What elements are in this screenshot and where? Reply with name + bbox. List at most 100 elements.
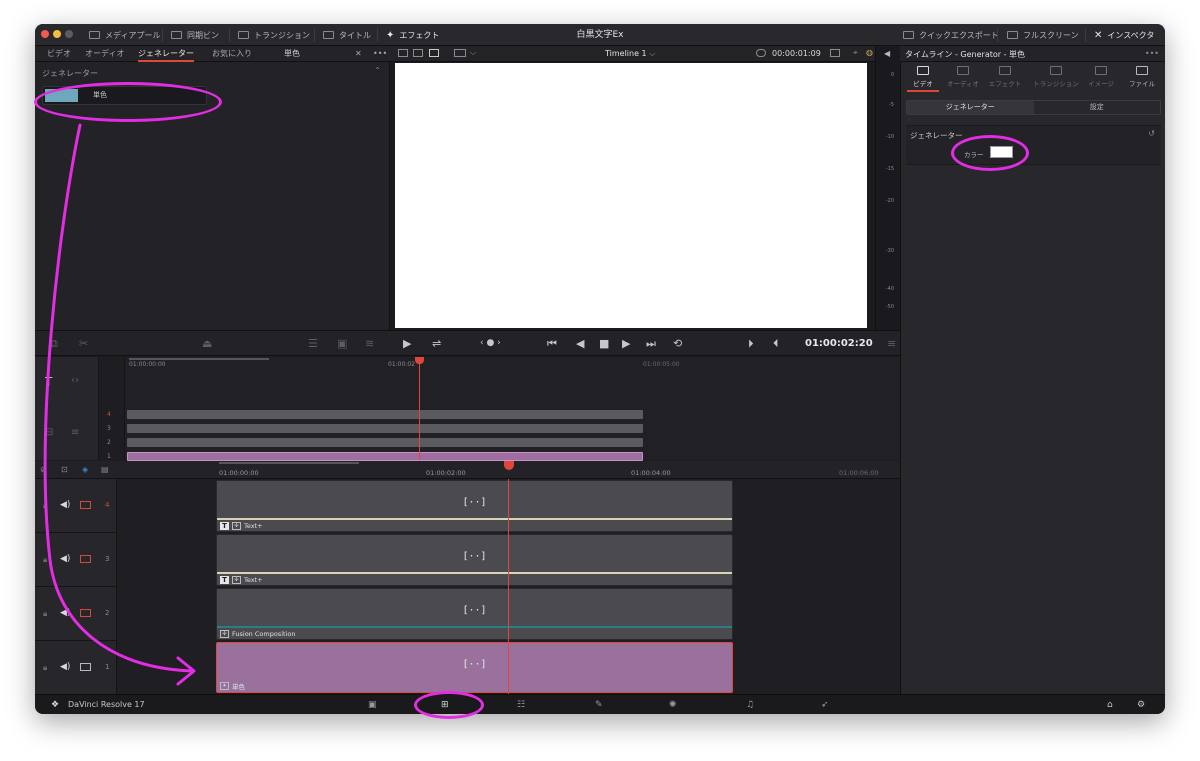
timeline-menu-icon[interactable]: ≡ <box>887 338 896 349</box>
home-icon[interactable]: ⌂ <box>1107 700 1113 710</box>
scissors-icon[interactable]: ✂ <box>79 338 88 349</box>
effects-search-field[interactable]: 単色 <box>284 46 300 62</box>
inspector-tab-audio[interactable]: オーディオ <box>941 66 985 88</box>
disable-video-icon[interactable] <box>80 501 91 509</box>
play-around-icon[interactable]: ▶ <box>403 338 411 349</box>
clip-solid-color-track1[interactable]: [··] ✦ 単色 <box>216 642 733 693</box>
reset-icon[interactable]: ↺ <box>1148 129 1155 138</box>
inspector-tab-transition[interactable]: トランジション <box>1031 66 1081 88</box>
disable-video-icon[interactable] <box>80 555 91 563</box>
close-window-button[interactable] <box>41 30 49 38</box>
upper-scroll-bar[interactable] <box>129 358 269 360</box>
viewer-canvas[interactable] <box>395 63 867 328</box>
upper-clip-track4[interactable] <box>127 410 643 419</box>
quick-export-button[interactable]: クイックエクスポート <box>903 24 999 46</box>
subtab-settings[interactable]: 設定 <box>1034 101 1161 114</box>
ripple-icon[interactable]: ≋ <box>365 338 374 349</box>
sliders-icon[interactable]: ⇌ <box>432 338 441 349</box>
inspector-tab-effects[interactable]: エフェクト <box>983 66 1027 88</box>
lock-icon[interactable]: 🔒︎ <box>43 609 47 619</box>
media-page-icon[interactable]: ▣ <box>368 700 377 710</box>
jog-control[interactable]: ‹ ● › <box>480 338 501 349</box>
tab-video[interactable]: ビデオ <box>47 46 71 62</box>
lock-icon[interactable]: 🔒︎ <box>43 555 47 565</box>
tab-audio[interactable]: オーディオ <box>85 46 124 62</box>
timeline-scroll-bar[interactable] <box>219 462 359 464</box>
fairlight-page-icon[interactable]: ♫ <box>746 700 754 710</box>
list-tool-icon[interactable]: ≡ <box>71 427 79 438</box>
tab-generators[interactable]: ジェネレーター <box>138 46 194 62</box>
subtab-generator[interactable]: ジェネレーター <box>907 101 1034 114</box>
playhead-line[interactable] <box>508 479 509 694</box>
upper-clip-track3[interactable] <box>127 424 643 433</box>
speaker-icon[interactable]: ◀) <box>60 662 70 672</box>
upper-playhead[interactable] <box>419 357 420 460</box>
previous-edit-icon[interactable]: ⏴ <box>773 338 779 349</box>
inspector-tab-video[interactable]: ビデオ <box>901 66 945 92</box>
play-reverse-icon[interactable]: ◀ <box>576 338 584 349</box>
position-lock-icon[interactable]: ◈ <box>82 465 88 474</box>
track-options-icon[interactable]: ▤ <box>101 465 109 474</box>
replace-icon[interactable]: ▣ <box>337 338 347 349</box>
color-page-icon[interactable]: ✺ <box>669 700 677 710</box>
inspector-button[interactable]: ✕ インスペクタ <box>1094 24 1154 46</box>
sync-bin-button[interactable]: 同期ビン <box>171 24 219 46</box>
titles-button[interactable]: タイトル <box>323 24 371 46</box>
zoom-window-button[interactable] <box>65 30 73 38</box>
next-edit-icon[interactable]: ⏵ <box>748 338 754 349</box>
clear-search-icon[interactable]: ✕ <box>355 46 362 62</box>
dual-viewer-icon[interactable] <box>413 49 423 57</box>
code-tool-icon[interactable]: ‹› <box>71 375 79 386</box>
snapping-icon[interactable]: ⊡ <box>61 465 68 474</box>
loop-icon[interactable]: ⟲ <box>673 338 682 349</box>
tab-favorites[interactable]: お気に入り <box>212 46 252 62</box>
edit-page-icon[interactable]: ☷ <box>517 700 525 710</box>
effects-button[interactable]: ✦ エフェクト <box>386 24 439 46</box>
fullscreen-button[interactable]: フルスクリーン <box>1007 24 1079 46</box>
inspector-tab-image[interactable]: イメージ <box>1079 66 1123 88</box>
minimize-window-button[interactable] <box>53 30 61 38</box>
speaker-icon[interactable]: ◀) <box>60 554 70 564</box>
speaker-icon[interactable]: ◀ <box>884 49 890 58</box>
stop-icon[interactable]: ■ <box>599 338 609 349</box>
cut-page-icon[interactable]: ⊞ <box>441 700 449 710</box>
viewer-mode-chevron-icon[interactable]: ⌵ <box>470 48 476 58</box>
video-track-icon[interactable] <box>80 663 91 671</box>
go-to-end-icon[interactable]: ⏭ <box>646 338 656 349</box>
transitions-button[interactable]: トランジション <box>238 24 310 46</box>
more-options-icon[interactable]: ••• <box>373 46 387 62</box>
lock-icon[interactable]: 🔒︎ <box>43 501 47 511</box>
single-viewer-icon[interactable] <box>398 49 408 57</box>
grid-viewer-icon[interactable] <box>429 49 439 57</box>
inspector-more-icon[interactable]: ••• <box>1145 49 1159 58</box>
insert-clip-icon[interactable]: ⧉ <box>50 338 58 349</box>
speaker-icon[interactable]: ◀) <box>60 500 70 510</box>
upper-clip-track1[interactable] <box>127 452 643 461</box>
timeline-selector[interactable]: Timeline 1 ⌵ <box>605 49 655 59</box>
lift-icon[interactable]: ⏏ <box>202 338 212 349</box>
transform-icon[interactable]: ⌖ <box>853 48 858 58</box>
collapse-chevron-icon[interactable]: ⌃ <box>374 66 381 75</box>
settings-gear-icon[interactable]: ⚙ <box>1137 700 1145 710</box>
text-tool-icon[interactable]: T <box>45 375 52 389</box>
link-icon[interactable]: ⊘ <box>40 465 47 474</box>
clip-text-plus-track4[interactable]: [··] T ✣ Text+ <box>216 480 733 532</box>
clip-fusion-composition-track2[interactable]: [··] ✣ Fusion Composition <box>216 588 733 640</box>
overwrite-icon[interactable]: ☰ <box>308 338 318 349</box>
clip-text-plus-track3[interactable]: [··] T ✣ Text+ <box>216 534 733 586</box>
fusion-page-icon[interactable]: ✎ <box>595 700 603 710</box>
disable-video-icon[interactable] <box>80 609 91 617</box>
camera-icon[interactable] <box>830 49 840 57</box>
viewer-mode-icon[interactable] <box>454 49 466 57</box>
play-icon[interactable]: ▶ <box>622 338 630 349</box>
color-palette-icon[interactable]: ◍ <box>866 48 873 57</box>
generator-item-solid-color[interactable]: 単色 <box>42 86 207 105</box>
color-picker-swatch[interactable] <box>990 146 1013 158</box>
stack-tool-icon[interactable]: ⊟ <box>45 427 53 438</box>
upper-clip-track2[interactable] <box>127 438 643 447</box>
lock-icon[interactable]: 🔒︎ <box>43 663 47 673</box>
upper-playhead-handle[interactable] <box>415 357 424 364</box>
speaker-icon[interactable]: ◀) <box>60 608 70 618</box>
deliver-page-icon[interactable]: ➶ <box>821 700 829 710</box>
inspector-tab-file[interactable]: ファイル <box>1120 66 1164 88</box>
